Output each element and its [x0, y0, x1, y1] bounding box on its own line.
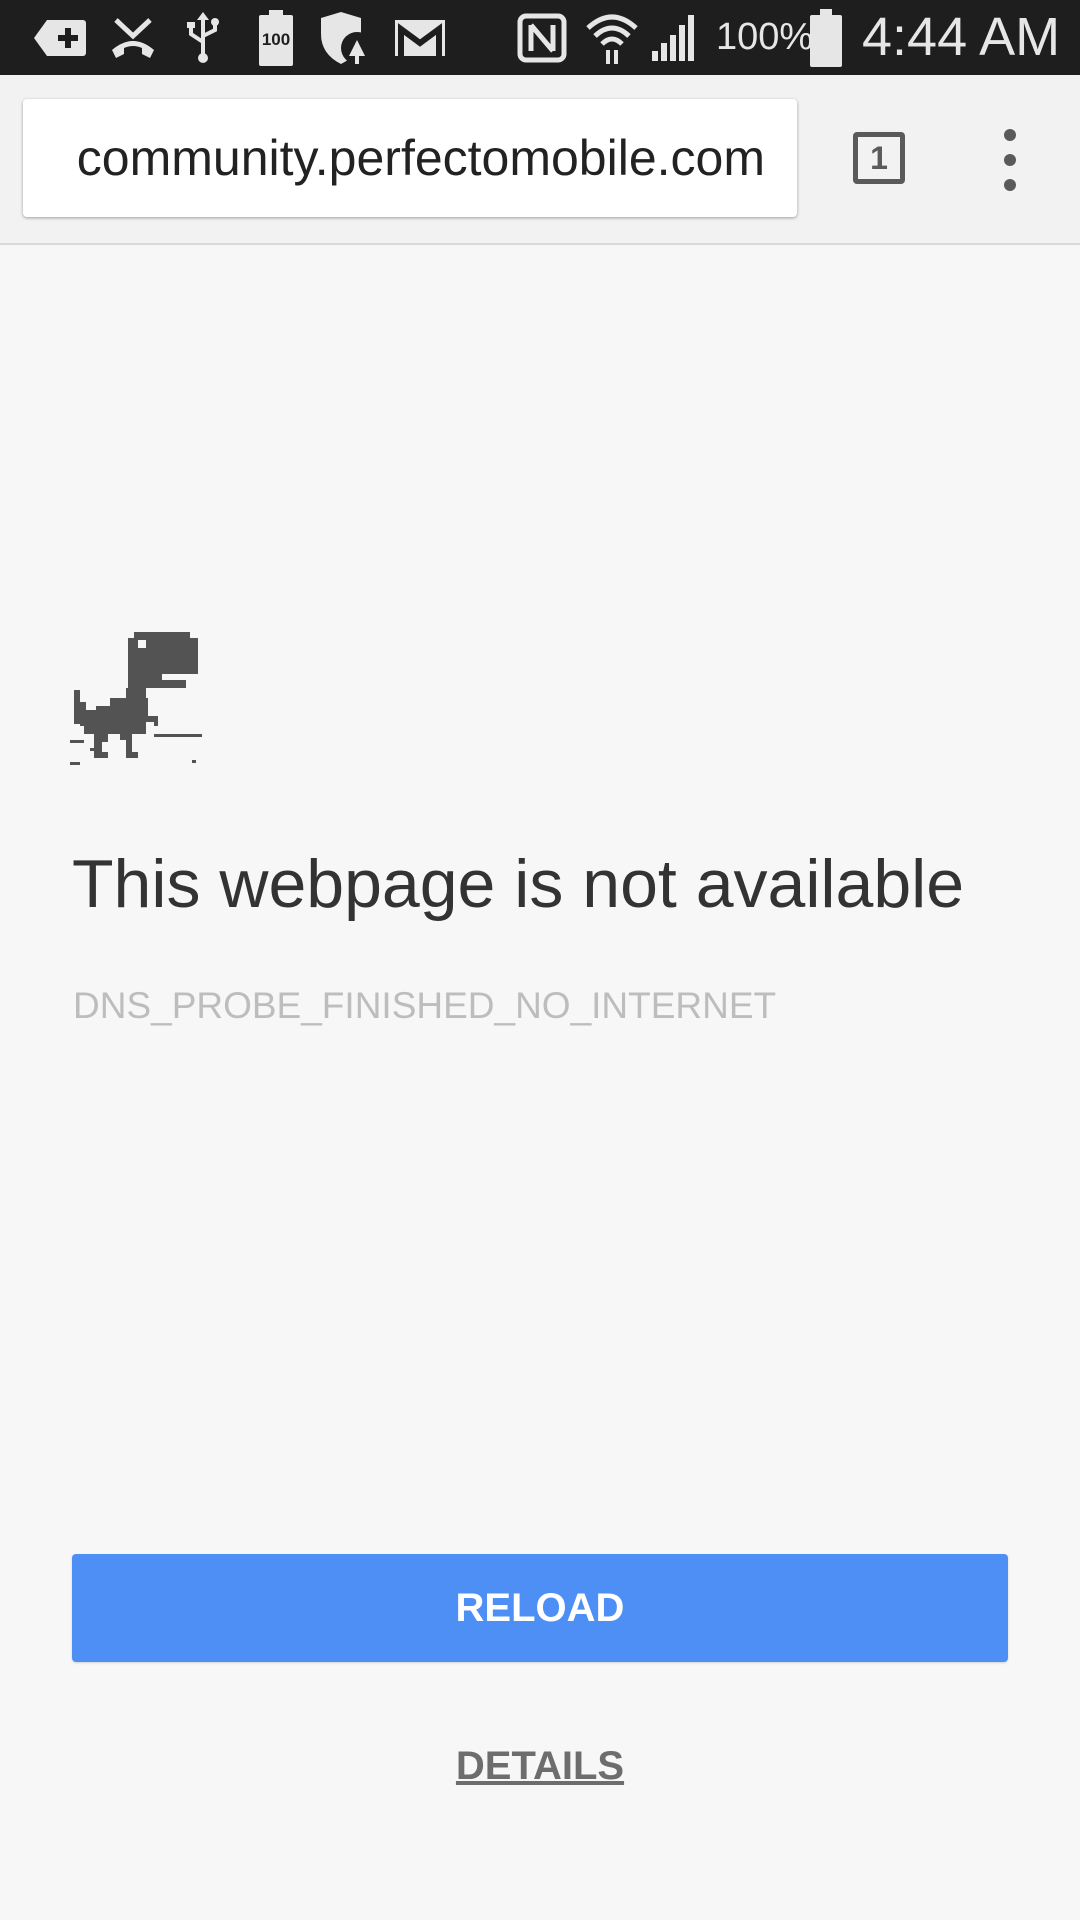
tab-count: 1	[870, 139, 888, 176]
browser-toolbar: community.perfectomobile.com 1	[0, 75, 1080, 245]
usb-icon	[180, 0, 226, 75]
tab-switcher-button[interactable]: 1	[853, 132, 905, 184]
battery-chip-label: 100	[261, 30, 291, 49]
gmail-icon	[392, 0, 448, 75]
overflow-menu-icon[interactable]	[990, 125, 1030, 195]
clock: 4:44 AM	[862, 7, 1061, 67]
download-add-icon	[30, 0, 90, 75]
wifi-icon	[582, 0, 642, 75]
url-bar[interactable]: community.perfectomobile.com	[23, 99, 797, 217]
battery-percent: 100%	[716, 16, 814, 58]
reload-button[interactable]: RELOAD	[72, 1554, 1008, 1662]
dinosaur-icon	[70, 630, 208, 766]
error-title: This webpage is not available	[72, 846, 965, 922]
battery-100-icon: 100	[252, 0, 300, 75]
status-bar: 100 100% 4:44 AM	[0, 0, 1080, 75]
signal-icon	[648, 0, 700, 75]
shield-update-icon	[316, 0, 378, 75]
missed-call-icon	[103, 0, 163, 75]
error-code: DNS_PROBE_FINISHED_NO_INTERNET	[73, 985, 777, 1026]
nfc-icon	[514, 0, 570, 75]
url-text[interactable]: community.perfectomobile.com	[77, 99, 765, 217]
details-link[interactable]: DETAILS	[0, 1744, 1080, 1789]
battery-icon	[808, 0, 844, 75]
